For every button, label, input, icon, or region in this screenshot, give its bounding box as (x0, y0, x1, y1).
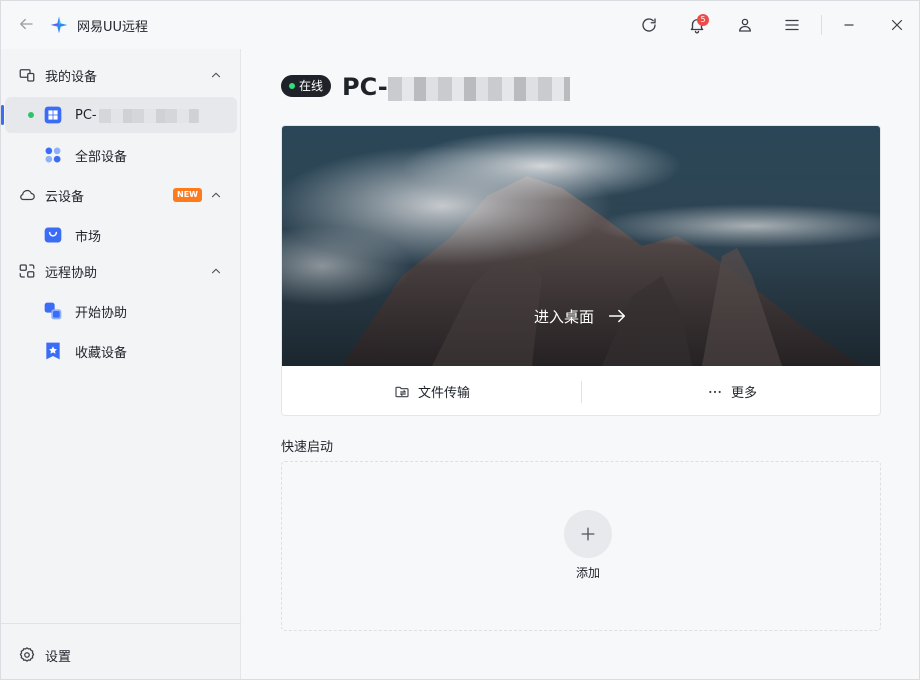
account-button[interactable] (733, 13, 757, 37)
minimize-button[interactable] (837, 13, 861, 37)
app-logo-icon (50, 16, 68, 34)
devices-icon (19, 69, 35, 82)
file-transfer-label: 文件传输 (417, 386, 470, 401)
remote-assist-icon (19, 264, 35, 278)
gear-icon (19, 647, 35, 662)
chevron-up-icon (211, 72, 221, 78)
active-indicator (1, 105, 4, 125)
sidebar-group-cloud-devices[interactable]: 云设备 NEW (1, 177, 241, 213)
add-quick-start-button[interactable] (564, 510, 612, 558)
main-panel: 在线 PC- 进入桌面 文件传输 更多 快速启动 添加 (242, 49, 919, 679)
sidebar-group-my-devices[interactable]: 我的设备 (1, 57, 241, 93)
notification-button[interactable]: 5 (685, 13, 709, 37)
file-transfer-button[interactable]: 文件传输 (282, 366, 582, 415)
plus-icon (581, 527, 595, 541)
refresh-button[interactable] (637, 13, 661, 37)
app-window: 网易UU远程 5 我的设备 PC- 全部设备 云设备 NEW 市场 远程协助 开… (0, 0, 920, 680)
redacted-device-name (99, 109, 199, 123)
hamburger-menu-icon (785, 19, 799, 31)
settings-button[interactable]: 设置 (1, 637, 241, 673)
windows-icon (44, 106, 62, 124)
sidebar-item-label: PC- (75, 107, 97, 123)
redacted-device-title (388, 77, 570, 101)
cloud-icon (20, 189, 35, 201)
sidebar-group-label: 远程协助 (45, 265, 98, 281)
desktop-preview-image[interactable] (282, 126, 881, 366)
titlebar-divider (821, 15, 822, 35)
more-button[interactable]: 更多 (582, 366, 880, 415)
settings-label: 设置 (45, 649, 72, 665)
sidebar-divider (1, 623, 241, 624)
refresh-icon (642, 18, 656, 32)
device-card: 进入桌面 文件传输 更多 (281, 125, 881, 416)
sidebar-group-remote-assist[interactable]: 远程协助 (1, 253, 241, 289)
sidebar-item-start-assist[interactable]: 开始协助 (5, 293, 237, 329)
sidebar-item-market[interactable]: 市场 (5, 217, 237, 253)
online-status-dot (28, 112, 34, 118)
online-dot (289, 83, 295, 89)
close-icon (891, 19, 903, 31)
sidebar-item-label: 全部设备 (75, 149, 128, 165)
new-badge: NEW (173, 188, 202, 202)
sidebar-group-label: 云设备 (45, 189, 85, 205)
sidebar-group-label: 我的设备 (45, 69, 98, 85)
enter-desktop-label: 进入桌面 (533, 307, 594, 326)
favorite-star-icon (46, 342, 60, 360)
sidebar-item-label: 开始协助 (75, 305, 128, 321)
sidebar-item-all-devices[interactable]: 全部设备 (5, 137, 237, 173)
notification-badge: 5 (697, 14, 709, 26)
shopping-bag-icon (44, 227, 62, 243)
device-title: PC- (342, 73, 388, 101)
online-status-badge: 在线 (281, 75, 332, 97)
sidebar-item-pc[interactable]: PC- (1, 97, 237, 133)
chevron-up-icon (211, 268, 221, 274)
card-actions: 文件传输 更多 (282, 366, 880, 415)
quick-start-area: 添加 (281, 461, 881, 631)
status-text: 在线 (299, 79, 324, 93)
more-label: 更多 (730, 386, 757, 401)
minimize-icon (844, 24, 854, 26)
back-arrow-icon[interactable] (15, 13, 37, 35)
all-devices-icon (45, 147, 61, 163)
sidebar-item-label: 市场 (75, 229, 102, 245)
close-button[interactable] (885, 13, 909, 37)
user-icon (739, 18, 751, 32)
app-title: 网易UU远程 (77, 20, 149, 35)
enter-desktop-button[interactable]: 进入桌面 (282, 302, 880, 330)
folder-transfer-icon (395, 386, 409, 397)
quick-start-title: 快速启动 (281, 440, 334, 455)
title-bar: 网易UU远程 5 (1, 1, 919, 49)
arrow-right-icon (608, 309, 626, 323)
sidebar-item-label: 收藏设备 (75, 345, 128, 361)
start-assist-icon (44, 302, 62, 320)
more-dots-icon (709, 390, 721, 393)
add-label: 添加 (575, 566, 600, 580)
menu-button[interactable] (780, 13, 804, 37)
chevron-up-icon (211, 192, 221, 198)
sidebar: 我的设备 PC- 全部设备 云设备 NEW 市场 远程协助 开始协助 收藏设备 … (1, 49, 241, 679)
sidebar-item-favorite-devices[interactable]: 收藏设备 (5, 333, 237, 369)
